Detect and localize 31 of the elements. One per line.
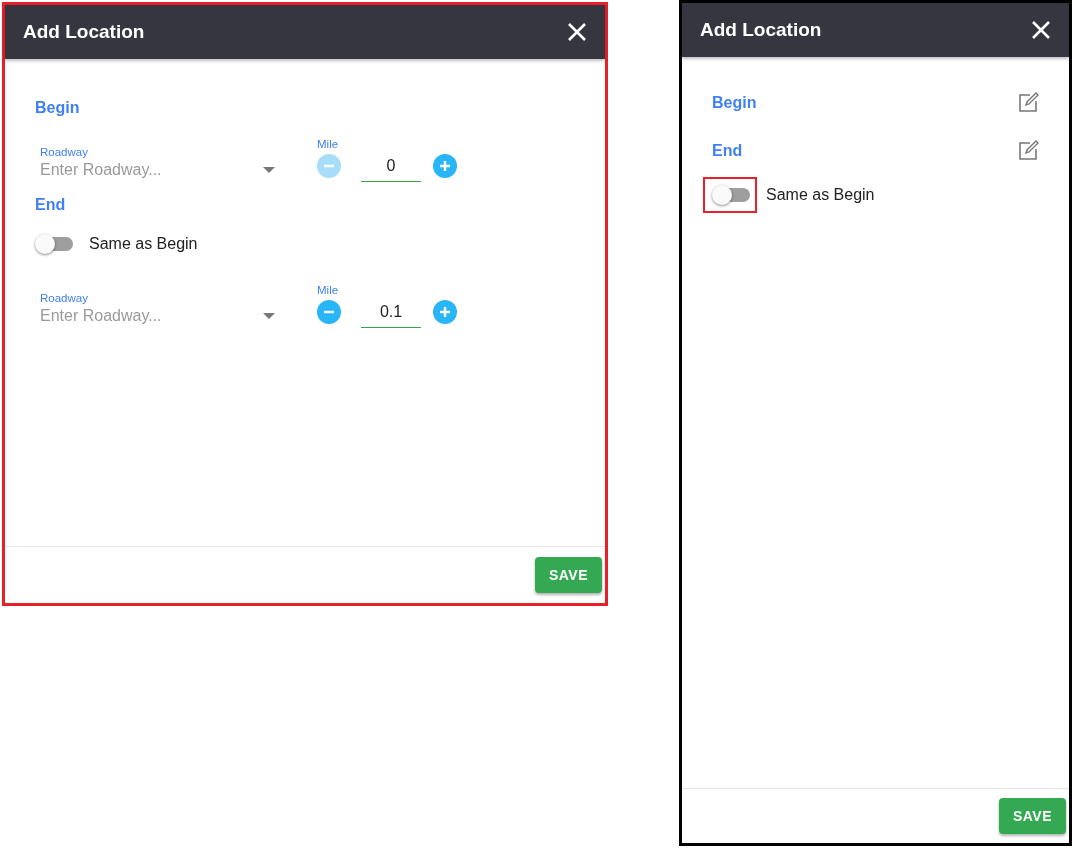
increment-button[interactable] [433, 300, 457, 324]
toggle-switch[interactable] [712, 184, 750, 206]
close-icon[interactable] [567, 22, 587, 42]
section-heading: End [712, 142, 743, 160]
edit-icon[interactable] [1017, 140, 1039, 162]
dialog-title: Add Location [23, 21, 145, 43]
mile-input[interactable]: 0 [361, 150, 421, 182]
section-heading: Begin [712, 94, 757, 112]
roadway-dropdown[interactable]: Enter Roadway... [40, 304, 275, 328]
decrement-button[interactable] [317, 300, 341, 324]
plus-icon [438, 305, 452, 319]
dialog-title: Add Location [700, 19, 822, 41]
plus-icon [438, 159, 452, 173]
edit-icon[interactable] [1017, 92, 1039, 114]
save-button[interactable]: SAVE [998, 798, 1066, 834]
field-label: Roadway [40, 292, 89, 304]
toggle-label: Same as Begin [89, 235, 198, 253]
section-heading: Begin [35, 99, 81, 117]
toggle-switch[interactable] [35, 233, 73, 255]
increment-button[interactable] [433, 154, 457, 178]
mile-input[interactable]: 0.1 [361, 296, 421, 328]
roadway-dropdown[interactable]: Enter Roadway... [40, 158, 275, 182]
section-heading: End [35, 196, 67, 214]
caret-icon [263, 167, 275, 173]
caret-icon [263, 313, 275, 319]
field-label: Mile [317, 138, 340, 150]
toggle-label: Same as Begin [766, 186, 875, 204]
field-label: Roadway [40, 146, 89, 158]
field-label: Mile [317, 284, 340, 296]
close-icon[interactable] [1031, 20, 1051, 40]
save-button[interactable]: SAVE [534, 557, 602, 593]
